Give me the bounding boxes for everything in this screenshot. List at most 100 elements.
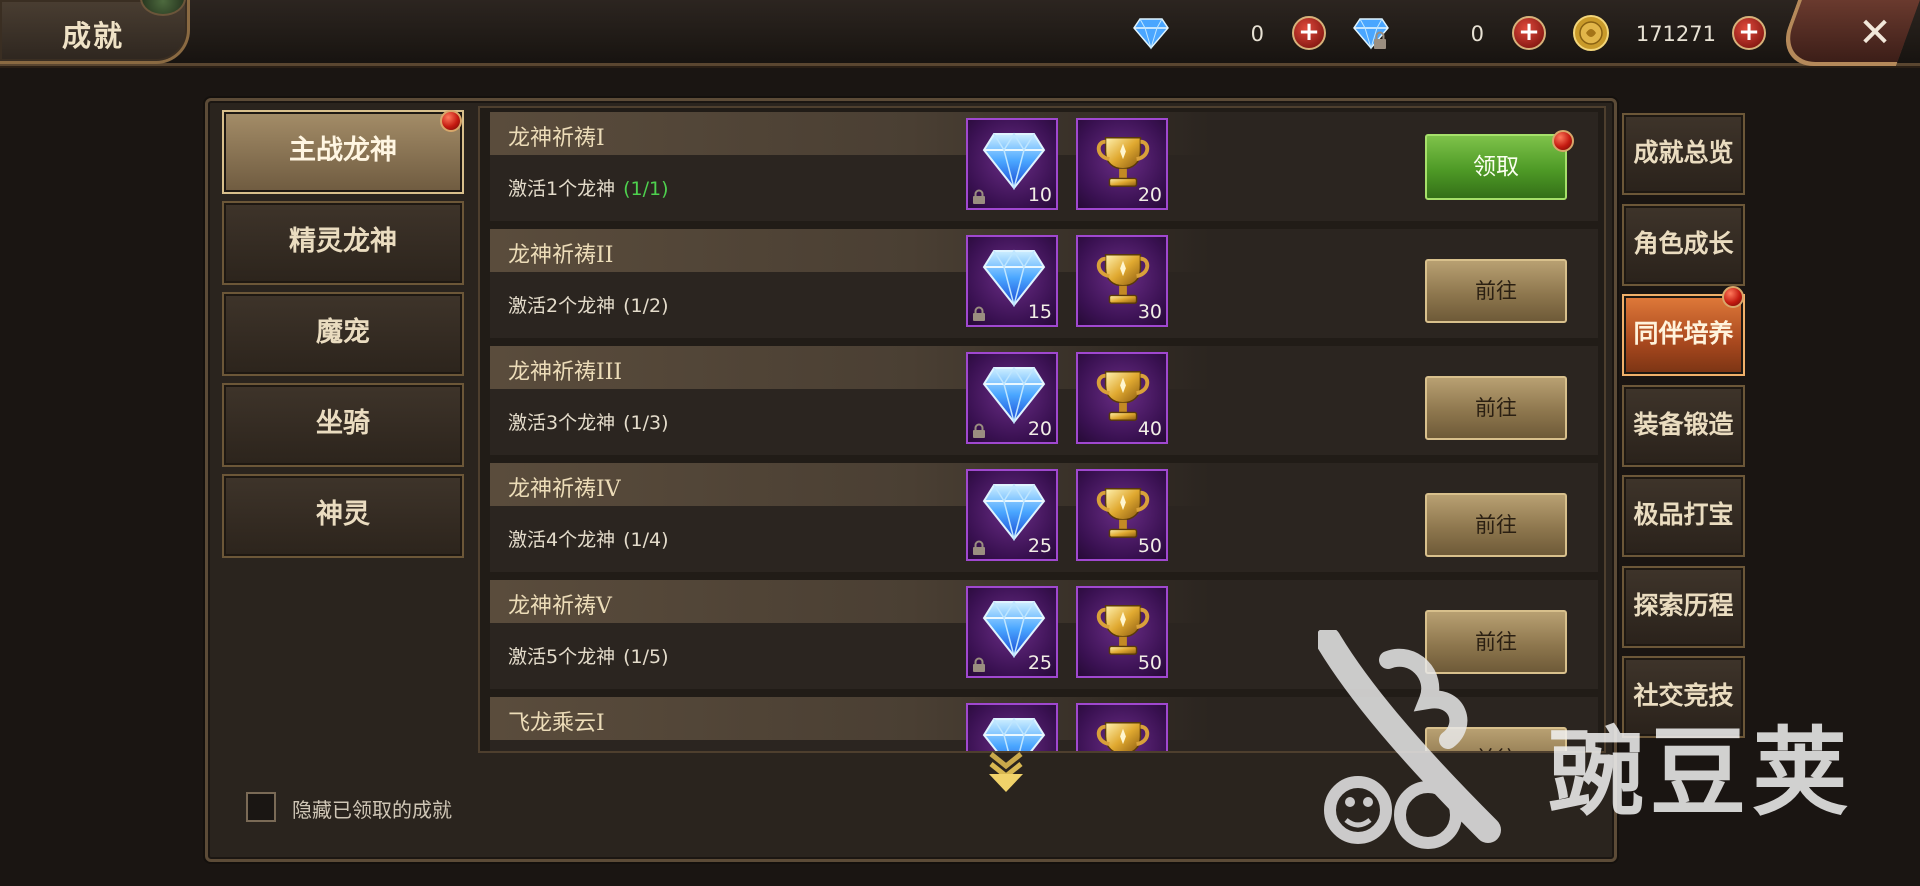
reward-diamond[interactable]: 10 xyxy=(966,118,1058,210)
reward-amount: 20 xyxy=(1027,418,1052,440)
achievement-description: 激活4个龙神 (1/4) xyxy=(508,525,669,552)
lock-icon xyxy=(973,306,985,321)
reward-amount: 30 xyxy=(1137,301,1162,323)
reward-trophy[interactable]: 20 xyxy=(1076,118,1168,210)
reward-diamond[interactable]: 15 xyxy=(966,235,1058,327)
side-tab[interactable]: 探索历程 xyxy=(1622,565,1745,648)
trophy-icon xyxy=(1096,371,1150,421)
watermark-text: 豌豆荚 xyxy=(1548,717,1854,829)
achievement-title: 龙神祈祷IV xyxy=(508,477,621,502)
side-tab-label: 探索历程 xyxy=(1633,590,1734,620)
page-title: 成就 xyxy=(62,19,125,53)
diamond-add-button[interactable]: + xyxy=(1292,16,1326,50)
go-button[interactable]: 前往 xyxy=(1425,376,1567,440)
diamond-icon xyxy=(982,483,1046,541)
reward-trophy[interactable]: 50 xyxy=(1076,469,1168,561)
category-tab[interactable]: 坐骑 xyxy=(222,383,464,467)
hide-claimed-label: 隐藏已领取的成就 xyxy=(292,798,452,822)
achievement-description: 激活1个龙神 (1/1) xyxy=(508,174,669,201)
side-tab-label: 极品打宝 xyxy=(1633,500,1734,529)
category-tab-label: 神灵 xyxy=(316,499,370,530)
reward-trophy[interactable]: 30 xyxy=(1076,235,1168,327)
lock-icon xyxy=(973,657,985,672)
reward-amount: 25 xyxy=(1027,535,1052,557)
side-tab-label: 同伴培养 xyxy=(1633,319,1734,348)
achievement-description: 激活3个龙神 (1/3) xyxy=(508,408,669,435)
go-button[interactable]: 前往 xyxy=(1425,259,1567,323)
achievement-progress: (1/2) xyxy=(623,295,669,317)
trophy-icon xyxy=(1096,722,1150,751)
lock-icon xyxy=(973,423,985,438)
reward-diamond[interactable]: 25 xyxy=(966,586,1058,678)
reward-trophy[interactable] xyxy=(1076,703,1168,751)
bound-diamond-add-button[interactable]: + xyxy=(1512,16,1546,50)
trophy-icon xyxy=(1096,254,1150,304)
achievement-progress: (1/4) xyxy=(623,529,669,551)
side-tab[interactable]: 极品打宝 xyxy=(1622,475,1745,557)
go-button[interactable]: 前往 xyxy=(1425,493,1567,557)
gold-amount: 171271 xyxy=(1635,22,1716,46)
achievement-condition: 激活1个龙神 xyxy=(508,178,616,200)
gold-add-button[interactable]: + xyxy=(1732,16,1766,50)
lock-icon xyxy=(973,189,985,204)
side-tab[interactable]: 装备锻造 xyxy=(1622,384,1745,467)
trophy-icon xyxy=(1096,488,1150,538)
category-tab[interactable]: 魔宠 xyxy=(222,292,464,376)
reward-amount: 40 xyxy=(1137,418,1162,440)
reward-amount: 50 xyxy=(1137,652,1162,674)
achievement-condition: 激活4个龙神 xyxy=(508,529,616,551)
category-tab[interactable]: 精灵龙神 xyxy=(222,201,464,285)
reward-amount: 20 xyxy=(1137,184,1162,206)
category-tab[interactable]: 主战龙神 xyxy=(222,110,464,194)
notification-dot-icon xyxy=(1552,130,1574,152)
achievement-condition: 激活5个龙神 xyxy=(508,646,616,668)
achievement-row: 龙神祈祷III 激活3个龙神 (1/3) 20 40 前往 xyxy=(490,346,1598,455)
side-tab-label: 成就总览 xyxy=(1633,138,1734,167)
side-tab-label: 角色成长 xyxy=(1633,228,1734,258)
reward-amount: 15 xyxy=(1027,301,1052,323)
achievement-condition: 激活2个龙神 xyxy=(508,295,616,317)
achievement-progress: (1/1) xyxy=(623,178,669,200)
side-tab[interactable]: 角色成长 xyxy=(1622,203,1745,286)
achievement-condition: 激活3个龙神 xyxy=(508,412,616,434)
category-tab-label: 坐骑 xyxy=(316,408,370,439)
lock-icon xyxy=(973,540,985,555)
scroll-down-arrow-icon[interactable] xyxy=(983,750,1029,796)
diamond-icon xyxy=(982,249,1046,307)
gold-coin-icon xyxy=(1572,14,1610,52)
category-tab-label: 主战龙神 xyxy=(289,135,397,166)
reward-diamond[interactable]: 20 xyxy=(966,352,1058,444)
achievement-title: 龙神祈祷I xyxy=(508,126,605,151)
diamond-icon xyxy=(982,717,1046,751)
achievement-row: 龙神祈祷I 激活1个龙神 (1/1) 10 20 领取 xyxy=(490,112,1598,221)
achievement-title: 龙神祈祷III xyxy=(508,360,623,385)
notification-dot-icon xyxy=(440,110,462,132)
trophy-icon xyxy=(1096,605,1150,655)
reward-diamond[interactable] xyxy=(966,703,1058,751)
category-tab-label: 精灵龙神 xyxy=(289,226,397,257)
diamond-icon xyxy=(982,600,1046,658)
reward-trophy[interactable]: 40 xyxy=(1076,352,1168,444)
category-tab-label: 魔宠 xyxy=(316,317,370,348)
achievement-progress: (1/5) xyxy=(623,646,669,668)
reward-diamond[interactable]: 25 xyxy=(966,469,1058,561)
close-icon[interactable]: ✕ xyxy=(1850,8,1900,58)
side-tab[interactable]: 成就总览 xyxy=(1622,113,1745,195)
achievement-row: 龙神祈祷II 激活2个龙神 (1/2) 15 30 前往 xyxy=(490,229,1598,338)
hide-claimed-checkbox[interactable] xyxy=(246,792,276,822)
diamond-amount: 0 xyxy=(1250,22,1264,46)
achievement-description: 激活5个龙神 (1/5) xyxy=(508,642,669,669)
diamond-icon xyxy=(982,366,1046,424)
achievement-title: 龙神祈祷V xyxy=(508,594,612,619)
achievement-title: 龙神祈祷II xyxy=(508,243,614,268)
wandoujia-logo-icon xyxy=(1318,630,1518,850)
achievement-row: 龙神祈祷IV 激活4个龙神 (1/4) 25 50 前往 xyxy=(490,463,1598,572)
claim-button[interactable]: 领取 xyxy=(1425,134,1567,200)
bound-diamond-amount: 0 xyxy=(1470,22,1484,46)
reward-amount: 10 xyxy=(1027,184,1052,206)
category-tab[interactable]: 神灵 xyxy=(222,474,464,558)
trophy-icon xyxy=(1096,137,1150,187)
notification-dot-icon xyxy=(1722,286,1744,308)
achievement-description: 激活2个龙神 (1/2) xyxy=(508,291,669,318)
reward-trophy[interactable]: 50 xyxy=(1076,586,1168,678)
